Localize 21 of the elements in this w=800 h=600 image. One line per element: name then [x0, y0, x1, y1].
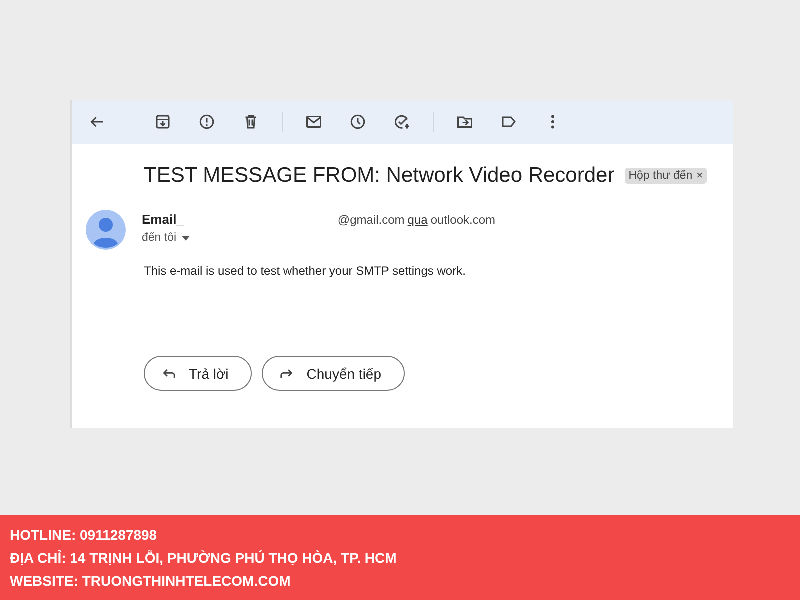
contact-line: WEBSITE: TRUONGTHINHTELECOM.COM	[10, 572, 292, 588]
contact-line: ĐỊA CHỈ: 14 TRỊNH LỖI, PHƯỜNG PHÚ THỌ HÒA, TP. HCM	[10, 550, 398, 566]
via-link[interactable]: qua	[408, 213, 428, 227]
add-task-icon[interactable]	[393, 113, 411, 131]
sender-name: Email_	[142, 212, 184, 227]
reply-button[interactable]: Trả lời	[144, 356, 252, 391]
report-icon[interactable]	[198, 113, 216, 131]
contact-line: HOTLINE: 0911287898	[10, 526, 158, 542]
envelope-icon[interactable]	[305, 113, 323, 131]
remove-label-button[interactable]: ×	[696, 170, 704, 182]
archive-icon[interactable]	[154, 113, 172, 131]
via-domain: outlook.com	[430, 213, 496, 227]
sender-address: @gmail.com	[338, 213, 405, 227]
clock-icon[interactable]	[349, 113, 367, 131]
email-body: This e-mail is used to test whether your SMTP settings work.	[144, 264, 467, 278]
chip-label: Hộp thư đến	[628, 170, 693, 182]
forward-button[interactable]: Chuyển tiếp	[262, 356, 404, 391]
email-subject: TEST MESSAGE FROM: Network Video Recorder	[144, 164, 615, 188]
avatar-icon	[86, 210, 126, 250]
recipient-label: đến tôi	[142, 232, 177, 244]
caret-icon[interactable]	[182, 236, 190, 240]
